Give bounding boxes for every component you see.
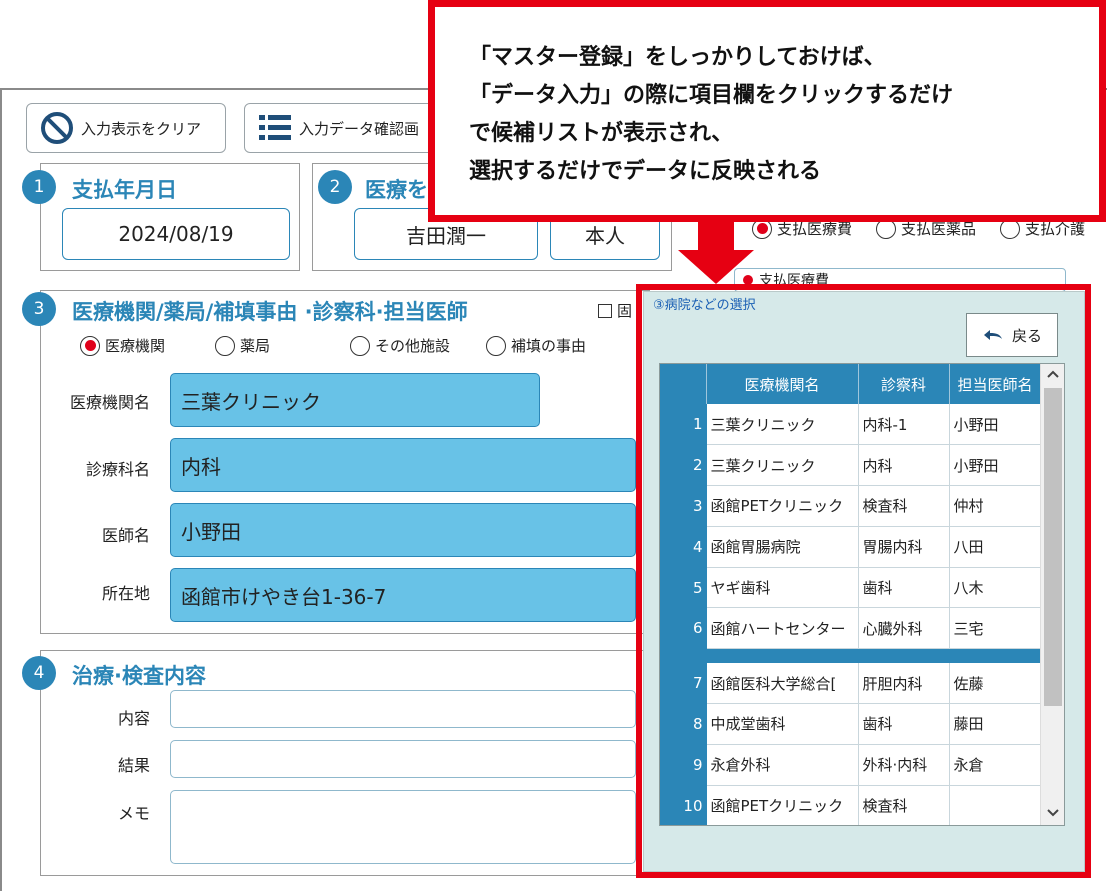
section-title-treatment: 治療·検査内容	[72, 664, 206, 688]
radio-indicator	[350, 335, 370, 356]
radio-label: その他施設	[375, 337, 451, 355]
result-label: 結果	[117, 756, 150, 775]
clear-display-label: 入力表示をクリア	[81, 119, 202, 138]
section-title-patient: 医療を	[365, 178, 428, 202]
institution-name-field[interactable]: 三葉クリニック	[170, 373, 540, 427]
confirm-data-label: 入力データ確認画	[299, 119, 420, 138]
callout-line: 「データ入力」の際に項目欄をクリックするだけ	[469, 83, 954, 108]
fix-checkbox[interactable]: 固	[598, 300, 632, 321]
callout-line: 選択するだけでデータに反映される	[469, 159, 822, 184]
section-number-4: 4	[22, 656, 56, 690]
department-field[interactable]: 内科	[170, 438, 636, 492]
radio-pharmacy[interactable]: 薬局	[215, 335, 270, 356]
memo-label: メモ	[117, 804, 150, 823]
payment-date-field[interactable]: 2024/08/19	[62, 208, 290, 260]
section-title-institution: 医療機関/薬局/補填事由 ·診察科·担当医師	[72, 300, 468, 324]
prohibit-icon	[41, 112, 73, 144]
radio-label: 補填の事由	[511, 337, 587, 355]
memo-field[interactable]	[170, 790, 636, 864]
callout-box: 「マスター登録」をしっかりしておけば、 「データ入力」の際に項目欄をクリックする…	[428, 0, 1106, 222]
department-label: 診療科名	[85, 460, 150, 479]
doctor-label: 医師名	[101, 526, 150, 545]
radio-indicator	[486, 335, 506, 356]
section-number-2: 2	[318, 170, 352, 204]
institution-name-label: 医療機関名	[69, 393, 150, 412]
callout-line: で候補リストが表示され、	[469, 121, 734, 146]
content-label: 内容	[117, 709, 150, 728]
radio-indicator	[215, 335, 235, 356]
radio-medical-institution[interactable]: 医療機関	[80, 335, 165, 356]
address-label: 所在地	[101, 584, 150, 603]
radio-label: 医療機関	[105, 337, 166, 355]
fix-checkbox-label: 固	[617, 302, 633, 320]
address-field[interactable]: 函館市けやき台1-36-7	[170, 568, 636, 622]
radio-indicator	[80, 335, 100, 356]
highlight-frame	[636, 284, 1091, 878]
section-number-1: 1	[22, 170, 56, 204]
checkbox-box	[598, 303, 612, 318]
content-field[interactable]	[170, 690, 636, 728]
doctor-field[interactable]: 小野田	[170, 503, 636, 557]
section-number-3: 3	[22, 292, 56, 326]
list-icon	[259, 115, 291, 140]
confirm-data-button[interactable]: 入力データ確認画	[244, 103, 444, 153]
radio-compensation[interactable]: 補填の事由	[486, 335, 586, 356]
clear-display-button[interactable]: 入力表示をクリア	[26, 103, 226, 153]
section-title-payment-date: 支払年月日	[72, 178, 177, 202]
callout-line: 「マスター登録」をしっかりしておけば、	[469, 45, 886, 70]
callout-arrow-icon	[678, 216, 754, 284]
radio-label: 薬局	[240, 337, 271, 355]
result-field[interactable]	[170, 740, 636, 778]
radio-other-facility[interactable]: その他施設	[350, 335, 450, 356]
